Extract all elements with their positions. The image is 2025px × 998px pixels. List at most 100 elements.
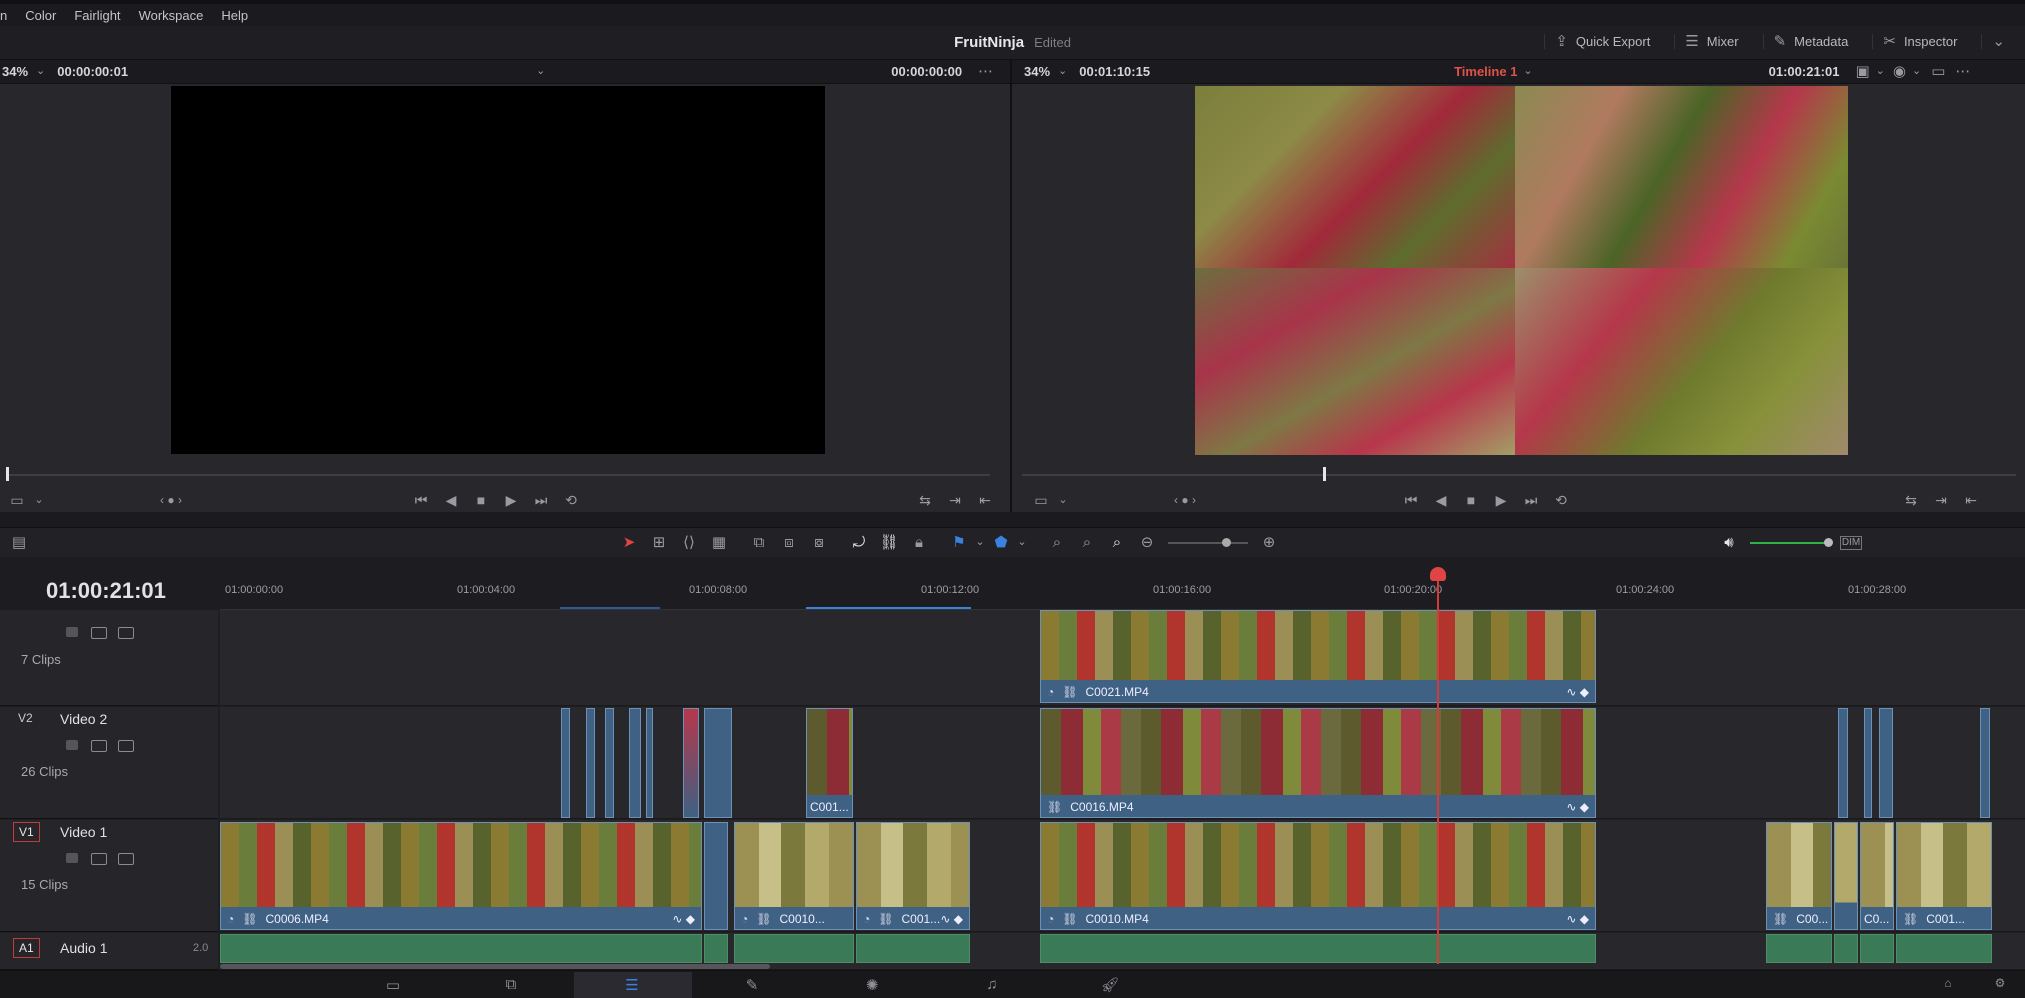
scrub-handle[interactable] xyxy=(6,467,9,481)
match-frame-icon[interactable]: ⇆ xyxy=(910,493,940,507)
track-v3-visibility-icon[interactable] xyxy=(118,627,134,639)
clip-v1-end2[interactable]: C0... xyxy=(1860,822,1894,930)
audio-clip[interactable] xyxy=(1896,934,1992,963)
more-options-icon[interactable]: ⋯ xyxy=(978,64,993,79)
clip-v2-sliver[interactable] xyxy=(605,708,614,818)
timeline-scrubber[interactable] xyxy=(1012,462,2025,488)
clip-v1-end1[interactable]: ⛓ C00... xyxy=(1766,822,1832,930)
clip-v2-sliver[interactable] xyxy=(646,708,653,818)
viewer-mode-icon[interactable]: ▭ xyxy=(2,493,32,507)
insert-clip-icon[interactable]: ⧉ xyxy=(744,535,774,550)
chevron-down-icon[interactable]: ⌄ xyxy=(1912,66,1921,77)
edit-page-icon[interactable]: ☰ xyxy=(612,976,652,994)
zoom-in-icon[interactable]: ⊕ xyxy=(1254,535,1284,550)
track-v1-lock-icon[interactable] xyxy=(66,853,78,863)
position-lock-icon[interactable]: 🔒︎ xyxy=(904,535,934,550)
clip-v2-sliver[interactable] xyxy=(704,708,732,818)
go-to-start-icon[interactable]: ⏮ xyxy=(1396,493,1426,507)
track-a1-name[interactable]: Audio 1 xyxy=(60,940,107,956)
audio-clip[interactable] xyxy=(1040,934,1596,963)
stop-icon[interactable]: ■ xyxy=(466,493,496,507)
dynamic-trim-icon[interactable]: ⟨⟩ xyxy=(674,535,704,550)
chevron-down-icon[interactable]: ⌄ xyxy=(1523,66,1532,77)
clip-v2-sliver[interactable] xyxy=(683,708,699,818)
track-v3-lock-icon[interactable] xyxy=(66,627,78,637)
source-zoom[interactable]: 34% xyxy=(2,64,28,79)
go-to-end-icon[interactable]: ⏭ xyxy=(526,493,556,507)
prev-edit-icon[interactable]: ⇤ xyxy=(1956,493,1986,507)
menu-item-color[interactable]: Color xyxy=(25,8,56,23)
marker-icon[interactable]: ⬟ xyxy=(986,535,1016,550)
clip-v2-c001-small[interactable]: C001... xyxy=(806,708,853,818)
clip-v1-c0010-second[interactable]: ◔ ⛓ C0010... xyxy=(734,822,854,930)
timeline-horizontal-scrollbar[interactable] xyxy=(220,964,770,969)
overwrite-clip-icon[interactable]: ⧈ xyxy=(774,535,804,550)
media-page-icon[interactable]: ▭ xyxy=(373,976,413,994)
chevron-down-icon[interactable]: ⌄ xyxy=(1016,537,1028,548)
clip-v2-sliver[interactable] xyxy=(629,708,641,818)
linked-selection-icon[interactable]: ⛓ xyxy=(874,535,904,550)
track-v2-visibility-icon[interactable] xyxy=(118,740,134,752)
volume-icon[interactable]: 🔊︎ xyxy=(1714,535,1744,550)
clip-v2-c0016[interactable]: ⛓ C0016.MP4 ∿ ◆ xyxy=(1040,708,1596,818)
clip-v1-end3[interactable]: ⛓ C001... xyxy=(1896,822,1992,930)
play-icon[interactable]: ▶ xyxy=(1486,493,1516,507)
audio-clip[interactable] xyxy=(704,934,728,963)
zoom-out-icon[interactable]: ⊖ xyxy=(1132,535,1162,550)
clip-v2-sliver[interactable] xyxy=(561,708,570,818)
clip-v2-sliver[interactable] xyxy=(1879,708,1893,818)
cut-page-icon[interactable]: ⧉ xyxy=(491,976,531,993)
clip-v3-c0021[interactable]: ◔ ⛓ C0021.MP4 ∿ ◆ xyxy=(1040,610,1596,703)
track-v2-lock-icon[interactable] xyxy=(66,740,78,750)
fullscreen-icon[interactable]: ▣ xyxy=(1855,64,1869,79)
flag-icon[interactable]: ⚑ xyxy=(944,535,974,550)
source-scrubber[interactable] xyxy=(0,462,1010,488)
clip-v2-sliver[interactable] xyxy=(1838,708,1848,818)
more-options-icon[interactable]: ⋯ xyxy=(1955,64,1970,79)
full-extent-zoom-icon[interactable]: ⌕ xyxy=(1042,535,1072,550)
chevron-down-icon[interactable]: ⌄ xyxy=(36,66,45,77)
menu-item-help[interactable]: Help xyxy=(221,8,248,23)
detail-zoom-icon[interactable]: ⌕ xyxy=(1072,535,1102,550)
track-v3-autoselect-icon[interactable] xyxy=(91,627,107,639)
source-clip-dropdown-icon[interactable]: ⌄ xyxy=(536,66,545,77)
dim-icon[interactable]: DIM xyxy=(1840,535,1862,550)
stop-icon[interactable]: ■ xyxy=(1456,493,1486,507)
chevron-down-icon[interactable]: ⌄ xyxy=(1056,494,1070,506)
track-v1-visibility-icon[interactable] xyxy=(118,853,134,865)
menu-item-fairlight[interactable]: Fairlight xyxy=(74,8,120,23)
viewer-mode-icon[interactable]: ▭ xyxy=(1026,493,1056,507)
track-v2-name[interactable]: Video 2 xyxy=(60,711,107,727)
clip-v1-c001-third[interactable]: ◔ ⛓ C001... ∿ ◆ xyxy=(856,822,970,930)
timeline-name[interactable]: Timeline 1 xyxy=(1454,64,1517,79)
fairlight-page-icon[interactable]: ♫ xyxy=(972,976,1012,993)
play-icon[interactable]: ▶ xyxy=(496,493,526,507)
clip-v2-sliver[interactable] xyxy=(586,708,595,818)
chevron-down-icon[interactable]: ⌄ xyxy=(1876,66,1885,77)
loop-icon[interactable]: ⟲ xyxy=(556,493,586,507)
audio-clip[interactable] xyxy=(1860,934,1894,963)
selection-tool-icon[interactable]: ➤ xyxy=(614,535,644,550)
custom-zoom-icon[interactable]: ⌕ xyxy=(1102,535,1132,550)
panel-collapse-button[interactable]: ⌄ xyxy=(1981,34,2015,49)
scrub-handle[interactable] xyxy=(1323,467,1326,481)
chevron-down-icon[interactable]: ⌄ xyxy=(1058,66,1067,77)
chevron-down-icon[interactable]: ⌄ xyxy=(32,494,46,506)
inspector-button[interactable]: ✂ Inspector xyxy=(1872,34,1967,49)
next-edit-icon[interactable]: ⇥ xyxy=(940,493,970,507)
clip-v2-sliver[interactable] xyxy=(1980,708,1990,818)
zoom-slider-knob[interactable] xyxy=(1222,537,1231,547)
audio-clip[interactable] xyxy=(856,934,970,963)
jog-control-icon[interactable]: ‹ ● › xyxy=(1160,494,1210,506)
home-icon[interactable]: ⌂ xyxy=(1928,976,1968,990)
snapping-icon[interactable]: ⤾ xyxy=(844,535,874,550)
blade-tool-icon[interactable]: ▦ xyxy=(704,535,734,550)
fusion-page-icon[interactable]: ✎ xyxy=(732,976,772,994)
track-v2-autoselect-icon[interactable] xyxy=(91,740,107,752)
replace-clip-icon[interactable]: ⧇ xyxy=(804,535,834,550)
chevron-down-icon[interactable]: ⌄ xyxy=(974,537,986,548)
volume-slider-knob[interactable] xyxy=(1824,537,1833,547)
track-v1-tag[interactable]: V1 xyxy=(13,822,40,842)
track-a1-tag[interactable]: A1 xyxy=(13,938,40,958)
loop-icon[interactable]: ⟲ xyxy=(1546,493,1576,507)
